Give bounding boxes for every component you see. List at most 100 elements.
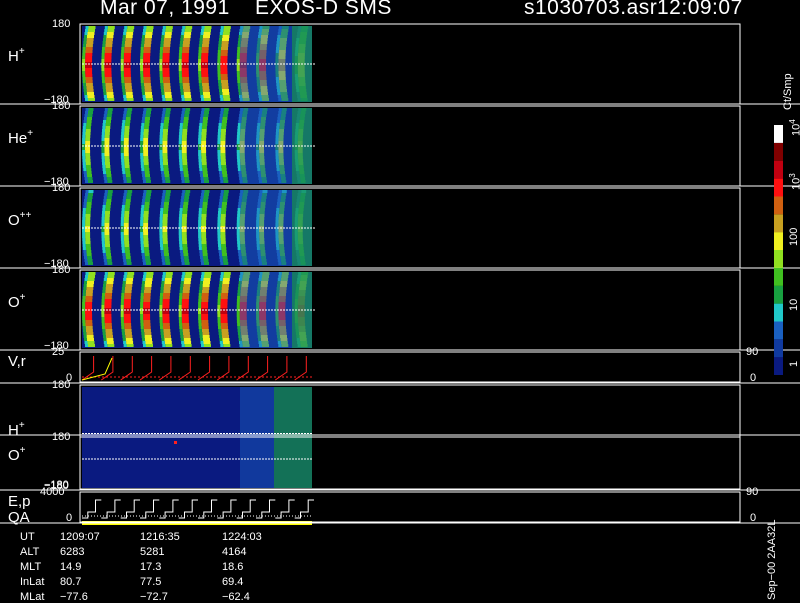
spin-7-edge (218, 162, 221, 165)
spin-5-edge (178, 229, 182, 232)
spin-7-edge (218, 205, 222, 208)
spin-7-edge (217, 68, 221, 71)
spin-2-bin (124, 247, 130, 250)
spin-3-edge (141, 38, 145, 41)
spin-5-bin (182, 41, 190, 44)
spin-3-bin (143, 80, 151, 83)
spin-4-edge (159, 147, 163, 150)
spin-7-edge (219, 95, 223, 98)
spin-3-bin (144, 41, 152, 44)
spin-1-bin (105, 123, 111, 126)
spin-6-bin (203, 341, 211, 344)
spin-1-bin (104, 317, 112, 320)
spin-0-edge (82, 83, 86, 86)
spin-4-edge (161, 256, 165, 259)
spin-0-bin (86, 202, 92, 205)
spin-1-edge (102, 250, 106, 253)
spin-5-edge (180, 202, 184, 205)
panel-6-tail (240, 439, 274, 487)
spin-1-bin (105, 162, 110, 165)
spin-6-bin (201, 223, 207, 226)
spin-7-bin (222, 281, 230, 284)
spin-1-bin (104, 229, 110, 232)
spin-4-edge (160, 165, 164, 168)
spin-4-bin (163, 326, 170, 329)
spin-0-bin (85, 80, 93, 83)
spin-3-edge (140, 65, 143, 68)
spin-8-edge (237, 159, 241, 162)
spin-7-edge (219, 256, 223, 259)
spin-5-bin (181, 138, 187, 141)
spin-4-bin (164, 278, 172, 281)
spin-1-edge (103, 284, 106, 287)
spin-6-edge (198, 77, 202, 80)
spin-7-bin (221, 208, 227, 211)
spin-4-edge (160, 83, 164, 86)
ephemeris-value: 1209:07 (60, 531, 100, 543)
spin-5-edge (180, 120, 184, 123)
spin-6-bin (203, 338, 210, 341)
spin-4-bin (162, 147, 168, 150)
spin-1-bin (105, 165, 111, 168)
spin-4-edge (160, 126, 164, 129)
spin-0-edge (85, 275, 88, 278)
spin-2-bin (124, 205, 130, 208)
spin-6-edge (201, 180, 204, 183)
spin-1-bin (106, 278, 114, 281)
spin-4-bin (164, 338, 172, 341)
spin-5-bin (182, 211, 188, 214)
ephemeris-value: 1216:35 (140, 531, 180, 543)
spin-5-edge (178, 68, 182, 71)
spin-6-edge (200, 114, 204, 117)
spin-6-bin (203, 196, 209, 199)
spin-1-edge (102, 165, 106, 168)
spin-1-bin (104, 311, 112, 314)
spin-6-bin (201, 77, 209, 80)
spin-3-edge (141, 41, 145, 44)
spin-2-edge (122, 120, 126, 123)
spin-2-edge (121, 247, 125, 250)
spin-0-edge (85, 29, 88, 32)
spin-0-edge (82, 311, 85, 314)
spin-4-bin (162, 74, 170, 77)
spin-7-edge (217, 53, 221, 56)
spin-1-edge (103, 281, 107, 284)
spin-8-edge (236, 314, 240, 317)
spin-3-bin (145, 114, 151, 117)
spin-3-bin (145, 95, 153, 98)
spin-2-edge (121, 129, 125, 132)
spin-0-bin (85, 138, 91, 141)
spin-7-bin (221, 326, 228, 329)
spin-2-edge (123, 275, 127, 278)
spin-7-edge (218, 47, 221, 50)
spin-6-edge (198, 141, 202, 144)
spin-7-bin (222, 256, 228, 259)
spin-2-edge (123, 262, 127, 265)
spin-6-bin (203, 177, 209, 180)
spin-7-edge (217, 156, 221, 159)
spin-1-edge (101, 229, 105, 232)
spin-3-bin (144, 335, 152, 338)
spin-5-bin (182, 323, 190, 326)
spin-5-bin (184, 193, 190, 196)
spin-7-edge (219, 32, 223, 35)
spin-2-edge (121, 290, 125, 293)
spin-7-edge (218, 287, 222, 290)
spin-7-edge (217, 229, 221, 232)
spin-6-edge (198, 293, 202, 296)
spin-7-edge (217, 302, 221, 305)
spin-2-bin (123, 217, 129, 220)
spin-3-edge (140, 293, 144, 296)
spin-3-edge (142, 117, 145, 120)
spin-1-edge (102, 211, 105, 214)
spin-6-bin (203, 259, 209, 262)
panel-0-label-text: H (8, 48, 19, 65)
spin-6-edge (200, 32, 204, 35)
spin-3-bin (144, 332, 152, 335)
spin-0-bin (85, 77, 93, 80)
panel-5-label-text: H (8, 421, 19, 439)
spin-7-edge (217, 153, 221, 156)
spin-7-edge (217, 311, 221, 314)
spin-0-edge (82, 56, 86, 59)
spin-7-bin (221, 41, 229, 44)
